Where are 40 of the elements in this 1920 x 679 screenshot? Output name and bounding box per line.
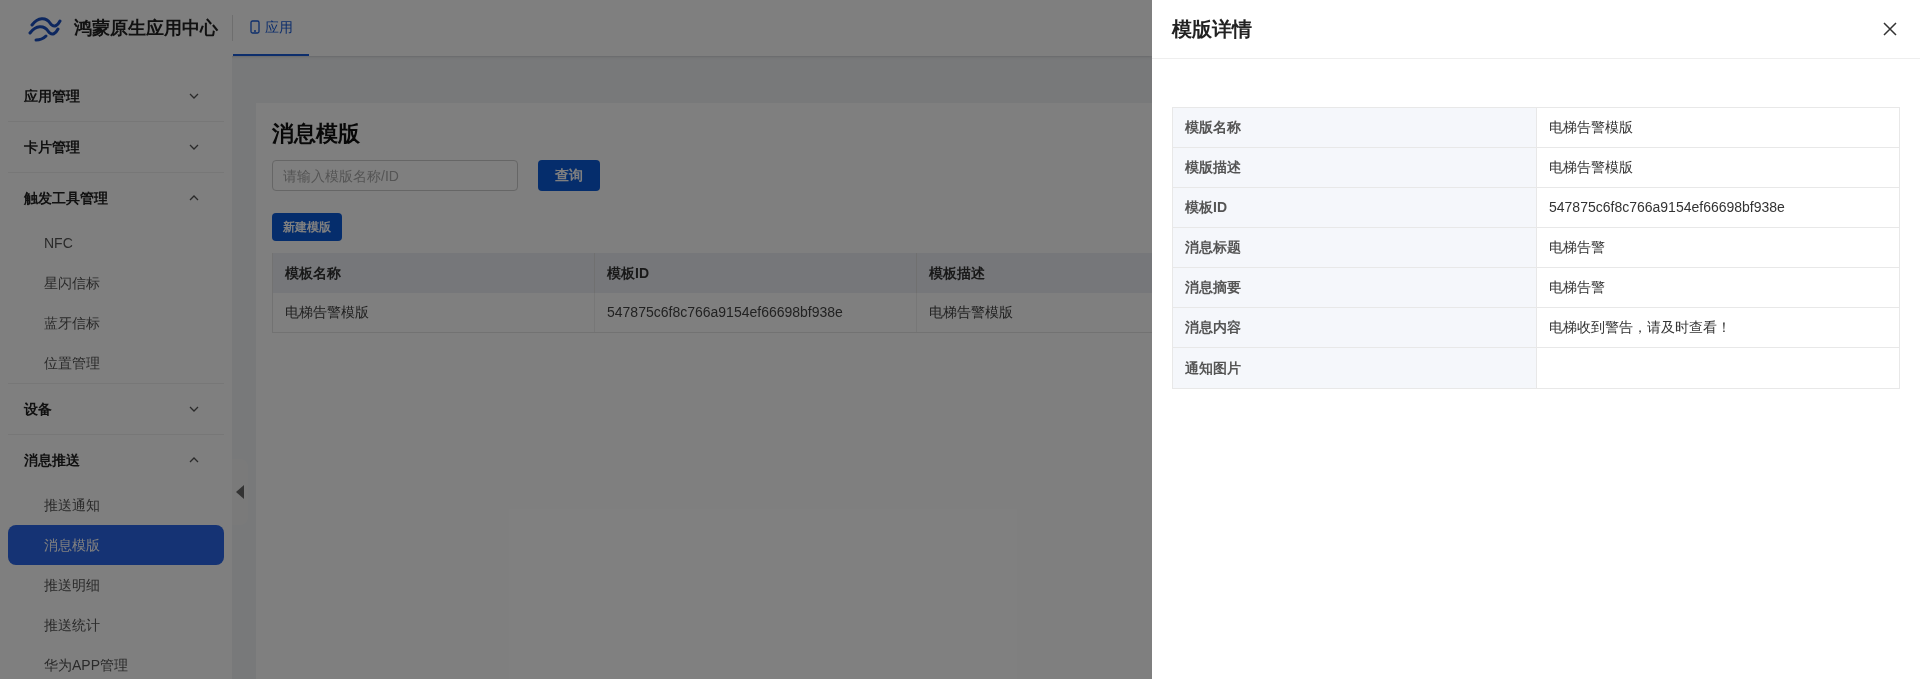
field-value: 电梯收到警告，请及时查看！ [1548,318,1732,337]
caret-left-icon [236,485,244,499]
new-template-button[interactable]: 新建模版 [272,213,342,241]
menu-item[interactable]: 推送通知 [8,485,224,525]
nav-tab[interactable]: 应用 [233,0,309,56]
table-cell: 547875c6f8c766a9154ef66698bf938e [595,293,917,332]
page-title: 消息模版 [272,120,361,148]
field-value: 电梯告警 [1548,278,1606,297]
phone-icon [249,20,261,34]
table-cell: 电梯告警模版 [273,293,595,332]
menu-item[interactable]: 华为APP管理 [8,645,224,679]
menu-item[interactable]: 推送明细 [8,565,224,605]
field-label: 模版名称 [1173,108,1537,147]
close-icon [1882,21,1898,37]
app-name: 鸿蒙原生应用中心 [74,16,218,40]
menu-group[interactable]: 设备 [8,384,224,434]
menu-item[interactable]: 位置管理 [8,343,224,383]
column-header: 模板名称 [273,253,595,293]
menu-item[interactable]: 推送统计 [8,605,224,645]
field-value: 电梯告警模版 [1548,158,1634,177]
field-value: 547875c6f8c766a9154ef66698bf938e [1548,198,1786,217]
field-label: 模板ID [1173,188,1537,227]
menu-item[interactable]: 星闪信标 [8,263,224,303]
menu-group[interactable]: 触发工具管理 [8,173,224,223]
menu-group[interactable]: 应用管理 [8,71,224,121]
field-label: 消息摘要 [1173,268,1537,307]
field-value: 电梯告警模版 [1548,118,1634,137]
menu-group[interactable]: 卡片管理 [8,122,224,172]
menu-group[interactable]: 消息推送 [8,435,224,485]
menu-item[interactable]: 蓝牙信标 [8,303,224,343]
field-label: 消息标题 [1173,228,1537,267]
drawer-title: 模版详情 [1172,17,1252,42]
column-header: 模板ID [595,253,917,293]
field-label: 消息内容 [1173,308,1537,347]
field-label: 模版描述 [1173,148,1537,187]
menu-item[interactable]: 消息模版 [8,525,224,565]
field-value: 电梯告警 [1548,238,1606,257]
search-button[interactable]: 查询 [538,160,600,191]
field-label: 通知图片 [1173,348,1537,388]
menu-item[interactable]: NFC [8,223,224,263]
